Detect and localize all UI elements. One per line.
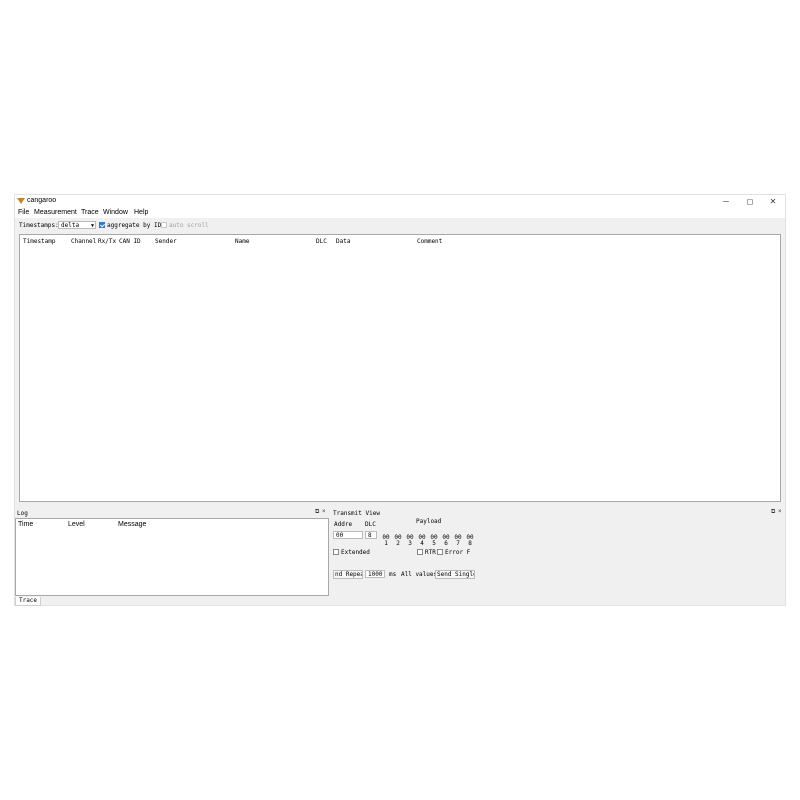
address-input[interactable]: 00 [333,531,363,539]
trace-toolbar: Timestamps: delta ▼ aggregate by ID auto… [15,218,785,234]
minimize-icon[interactable]: ─ [715,195,737,208]
column-header-comment[interactable]: Comment [417,238,442,245]
menu-window[interactable]: Window [103,209,128,216]
transmit-panel: Addre DLC Payload 00 8 00 00 00 00 00 00… [331,518,785,596]
repeat-interval-value: 1000 [368,571,383,578]
byte-index-1: 1 [384,540,388,547]
column-header-sender[interactable]: Sender [155,238,177,245]
dlc-label: DLC [365,521,376,528]
tab-bar: Trace [15,597,785,606]
send-single-button[interactable]: Send Single [435,570,475,579]
byte-index-5: 5 [432,540,436,547]
payload-label: Payload [416,518,442,525]
extended-label: Extended [341,549,370,556]
column-header-dlc[interactable]: DLC [316,238,327,245]
dlc-spinbox[interactable]: 8 [365,531,377,539]
transmit-dock-title: Transmit View [333,510,380,517]
extended-checkbox[interactable] [333,549,339,555]
log-column-time[interactable]: Time [18,521,33,528]
trace-table[interactable]: Timestamp Channel Rx/Tx CAN ID Sender Na… [19,234,781,502]
dock-area: Log ⧉ × Time Level Message Transmit View… [15,509,785,597]
autoscroll-label: auto scroll [169,222,209,229]
column-header-can-id[interactable]: CAN ID [119,238,141,245]
error-frame-label: Error F [445,549,471,556]
maximize-icon[interactable]: ◻ [739,195,761,208]
chevron-down-icon: ▼ [90,223,94,229]
menu-bar: File Measurement Trace Window Help [15,208,785,218]
aggregate-checkbox[interactable] [99,222,105,228]
rtr-label: RTR [425,549,436,556]
dlc-value: 8 [368,532,372,539]
close-dock-icon[interactable]: × [322,509,326,515]
aggregate-label: aggregate by ID [107,222,162,229]
byte-index-8: 8 [468,540,472,547]
menu-measurement[interactable]: Measurement [34,209,77,216]
float-icon[interactable]: ⧉ [771,509,775,516]
float-icon[interactable]: ⧉ [315,509,319,516]
all-values-label: All values [401,571,438,578]
byte-index-3: 3 [408,540,412,547]
rtr-checkbox[interactable] [417,549,423,555]
log-column-message[interactable]: Message [118,521,146,528]
log-dock-title: Log [17,510,28,517]
error-frame-checkbox[interactable] [437,549,443,555]
timestamps-label: Timestamps: [19,222,59,229]
log-panel[interactable]: Time Level Message [15,518,329,596]
timestamps-select[interactable]: delta ▼ [58,221,96,229]
address-label: Addre [334,521,353,528]
column-header-name[interactable]: Name [235,238,249,245]
tab-trace[interactable]: Trace [15,597,41,606]
window-title: cangaroo [27,197,57,204]
repeat-interval-input[interactable]: 1000 [365,570,385,578]
cangaroo-icon [17,198,25,204]
byte-index-7: 7 [456,540,460,547]
autoscroll-checkbox[interactable] [161,222,167,228]
menu-trace[interactable]: Trace [81,209,99,216]
column-header-rxtx[interactable]: Rx/Tx [98,238,116,245]
log-column-level[interactable]: Level [68,521,85,528]
menu-help[interactable]: Help [134,209,148,216]
byte-index-2: 2 [396,540,400,547]
send-repeat-button[interactable]: nd Repea [333,570,363,579]
app-window: cangaroo ─ ◻ ✕ File Measurement Trace Wi… [14,194,786,606]
byte-index-4: 4 [420,540,424,547]
title-bar: cangaroo ─ ◻ ✕ [15,195,785,208]
column-header-timestamp[interactable]: Timestamp [23,238,56,245]
close-dock-icon[interactable]: × [778,509,782,515]
timestamps-value: delta [61,222,80,229]
menu-file[interactable]: File [18,209,29,216]
ms-label: ms [389,571,397,578]
column-header-data[interactable]: Data [336,238,350,245]
close-icon[interactable]: ✕ [762,195,784,208]
byte-index-6: 6 [444,540,448,547]
column-header-channel[interactable]: Channel [71,238,96,245]
